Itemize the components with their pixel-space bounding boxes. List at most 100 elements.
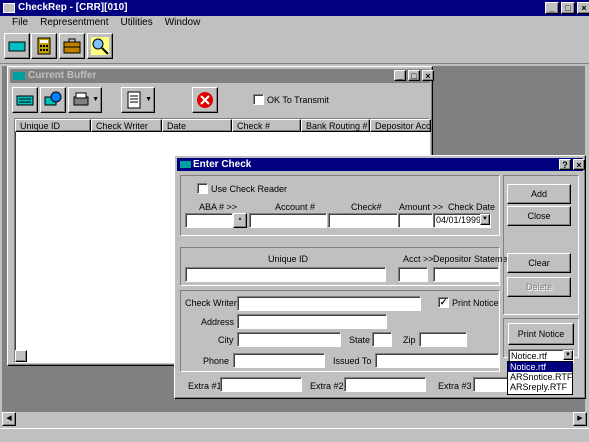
menu-utilities[interactable]: Utilities bbox=[115, 16, 159, 30]
print-button[interactable]: ▼ bbox=[68, 87, 102, 113]
depositor-statement-field[interactable] bbox=[433, 267, 499, 282]
maximize-icon[interactable]: □ bbox=[561, 2, 575, 14]
column-header-check-no[interactable]: Check # bbox=[232, 119, 301, 132]
ok-to-transmit-checkbox[interactable] bbox=[253, 94, 264, 105]
print-notice-button[interactable]: Print Notice bbox=[508, 323, 574, 345]
search-button[interactable] bbox=[87, 33, 113, 59]
close-icon[interactable]: × bbox=[573, 159, 585, 170]
horizontal-scrollbar[interactable]: ◀ ▶ bbox=[2, 412, 587, 426]
buffer-button[interactable] bbox=[4, 33, 30, 59]
status-bar bbox=[0, 428, 589, 442]
menu-file[interactable]: File bbox=[6, 16, 34, 30]
issued-to-field[interactable] bbox=[375, 353, 499, 368]
print-notice-checkbox[interactable]: ✓ bbox=[438, 297, 449, 308]
document-button[interactable]: ▼ bbox=[121, 87, 155, 113]
buffer-window-icon bbox=[13, 72, 25, 80]
print-notice-checkbox-label: Print Notice bbox=[452, 298, 499, 308]
scroll-left-icon[interactable]: ◀ bbox=[2, 412, 16, 426]
date-dropdown-icon[interactable]: ▼ bbox=[480, 214, 490, 225]
unique-id-field[interactable] bbox=[185, 267, 386, 282]
option-arsnotice[interactable]: ARSnotice.RTF bbox=[508, 372, 572, 382]
column-header-bank-routing[interactable]: Bank Routing # bbox=[301, 119, 370, 132]
option-arsreply[interactable]: ARSreply.RTF bbox=[508, 382, 572, 392]
check-date-field[interactable]: 04/01/1999 ▼ bbox=[433, 213, 491, 228]
app-window-controls: _ □ × bbox=[543, 2, 589, 14]
use-check-reader-checkbox[interactable] bbox=[197, 183, 208, 194]
help-icon[interactable]: ? bbox=[559, 159, 571, 170]
delete-button[interactable]: Delete bbox=[507, 277, 571, 297]
issued-to-label: Issued To bbox=[333, 356, 372, 366]
unique-id-group: Unique ID Acct >> Depositor Statement bbox=[180, 247, 515, 286]
option-notice[interactable]: Notice.rtf bbox=[508, 362, 572, 372]
extra1-field[interactable] bbox=[220, 377, 302, 392]
check-date-label: Check Date bbox=[448, 202, 496, 212]
extra2-field[interactable] bbox=[344, 377, 426, 392]
ok-to-transmit-label: OK To Transmit bbox=[267, 95, 329, 105]
extra1-label: Extra #1 bbox=[188, 381, 222, 391]
state-label: State bbox=[349, 335, 371, 345]
extra3-label: Extra #3 bbox=[438, 381, 472, 391]
phone-field[interactable] bbox=[233, 353, 325, 368]
minimize-icon[interactable]: _ bbox=[545, 2, 559, 14]
app-icon bbox=[3, 3, 15, 13]
calculator-icon bbox=[37, 37, 51, 55]
briefcase-icon bbox=[63, 38, 81, 54]
amount-field[interactable] bbox=[398, 213, 433, 228]
column-header-unique-id[interactable]: Unique ID bbox=[15, 119, 91, 132]
select-dropdown-icon[interactable]: ▼ bbox=[563, 350, 573, 360]
printer-icon bbox=[73, 92, 89, 106]
routing-field[interactable] bbox=[185, 213, 233, 228]
document-dropdown-arrow-icon[interactable]: ▼ bbox=[145, 96, 152, 103]
network-button[interactable] bbox=[40, 87, 66, 113]
zip-field[interactable] bbox=[419, 332, 467, 347]
extra2-label: Extra #2 bbox=[310, 381, 344, 391]
address-field[interactable] bbox=[237, 314, 387, 329]
phone-label: Phone bbox=[203, 356, 230, 366]
enter-check-title-bar: Enter Check ? × bbox=[177, 158, 585, 171]
list-scroll-left-icon[interactable] bbox=[15, 350, 27, 362]
close-icon[interactable]: × bbox=[577, 2, 589, 14]
account-label: Account # bbox=[275, 202, 316, 212]
buffer-window-controls: _ □ × bbox=[392, 70, 434, 81]
account-field[interactable] bbox=[249, 213, 327, 228]
unique-id-label: Unique ID bbox=[268, 254, 309, 264]
column-header-depositor-account[interactable]: Depositor Acc... bbox=[370, 119, 431, 132]
buffer-view-button[interactable] bbox=[12, 87, 38, 113]
clear-button[interactable]: Clear bbox=[507, 253, 571, 273]
state-field[interactable] bbox=[372, 332, 392, 347]
use-check-reader-label: Use Check Reader bbox=[211, 184, 288, 194]
menu-representment[interactable]: Representment bbox=[34, 16, 114, 30]
add-button[interactable]: Add bbox=[507, 184, 571, 204]
magnifier-icon bbox=[91, 37, 109, 55]
current-buffer-title-bar: Current Buffer _ □ × bbox=[10, 69, 434, 83]
acct-label: Acct >> bbox=[403, 254, 434, 264]
extra3-field[interactable] bbox=[473, 377, 509, 392]
cancel-button[interactable] bbox=[192, 87, 218, 113]
network-icon bbox=[44, 91, 62, 106]
routing-label: ABA # >> bbox=[199, 202, 238, 212]
enter-check-title: Enter Check bbox=[193, 159, 252, 170]
close-button[interactable]: Close bbox=[507, 206, 571, 226]
acct-field[interactable] bbox=[398, 267, 428, 282]
zip-label: Zip bbox=[403, 335, 416, 345]
close-icon[interactable]: × bbox=[422, 70, 434, 81]
maximize-icon[interactable]: □ bbox=[408, 70, 420, 81]
main-toolbar bbox=[0, 30, 589, 64]
check-date-value: 04/01/1999 bbox=[436, 215, 482, 225]
minimize-icon[interactable]: _ bbox=[394, 70, 406, 81]
column-header-date[interactable]: Date bbox=[162, 119, 232, 132]
card-icon bbox=[16, 95, 34, 106]
scroll-right-icon[interactable]: ▶ bbox=[573, 412, 587, 426]
routing-lookup-icon[interactable]: ▪ bbox=[233, 213, 247, 228]
writer-group: Check Writer ✓ Print Notice Address City… bbox=[180, 290, 500, 372]
briefcase-button[interactable] bbox=[59, 33, 85, 59]
print-dropdown-arrow-icon[interactable]: ▼ bbox=[92, 96, 99, 103]
check-no-field[interactable] bbox=[328, 213, 398, 228]
column-header-check-writer[interactable]: Check Writer bbox=[91, 119, 162, 132]
city-field[interactable] bbox=[237, 332, 341, 347]
menu-window[interactable]: Window bbox=[159, 16, 207, 30]
notice-template-options: Notice.rtf ARSnotice.RTF ARSreply.RTF bbox=[507, 361, 573, 395]
app-title-bar: CheckRep - [CRR][010] _ □ × bbox=[0, 0, 589, 16]
check-writer-field[interactable] bbox=[237, 296, 421, 311]
calculator-button[interactable] bbox=[31, 33, 57, 59]
